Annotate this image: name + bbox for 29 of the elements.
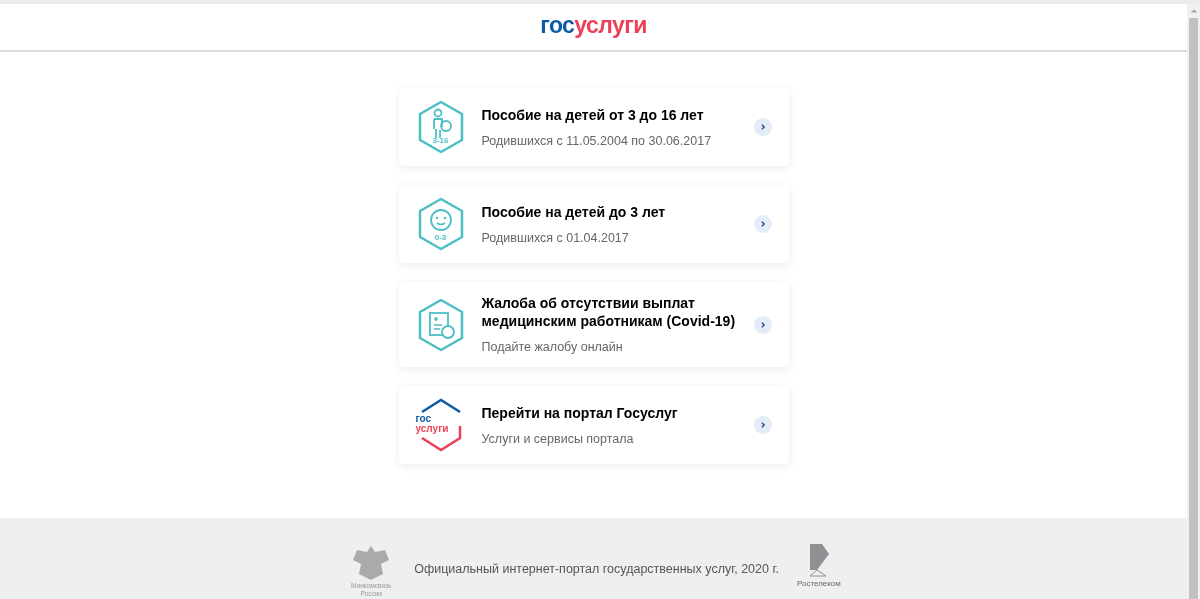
- logo-text[interactable]: услуги: [574, 7, 647, 43]
- scrollbar[interactable]: [1187, 4, 1200, 599]
- card-title: Пособие на детей до 3 лет: [481, 202, 667, 221]
- age-label: 3-16: [431, 137, 450, 145]
- card-subtitle: Родившихся с 11.05.2004 по 30.06.2017: [481, 132, 713, 149]
- scrollbar-thumb[interactable]: [1189, 18, 1198, 599]
- chevron-right-icon[interactable]: [753, 315, 772, 334]
- child-coin-icon: [431, 108, 452, 139]
- service-card[interactable]: Жалоба об отсутствии выплат медицинским работникам (Covid-19) Подайте жалобу онлайн: [398, 282, 789, 367]
- baby-face-icon: [429, 209, 452, 231]
- chevron-right-icon[interactable]: [753, 215, 772, 233]
- card-subtitle: Подайте жалобу онлайн: [481, 339, 624, 355]
- chevron-right-icon[interactable]: [753, 118, 772, 136]
- logo-text[interactable]: гос: [540, 7, 575, 43]
- operator-label: Ростелеком: [796, 578, 841, 590]
- service-card[interactable]: 3-16 Пособие на детей от 3 до 16 лет Родившихся с 11.05.2004 по 30.06.2017: [398, 88, 789, 166]
- chevron-right-icon[interactable]: [753, 416, 772, 434]
- age-label: 0-3: [433, 234, 448, 242]
- card-title: Пособие на детей от 3 до 16 лет: [481, 105, 705, 124]
- logo-text: гос: [415, 414, 433, 424]
- logo-text: услуги: [415, 424, 449, 434]
- document-coin-icon: [428, 311, 455, 339]
- card-subtitle: Услуги и сервисы портала: [481, 430, 635, 447]
- card-title: Перейти на портал Госуслуг: [481, 403, 679, 422]
- service-card[interactable]: гос услуги Перейти на портал Госуслуг Услуги и сервисы портала: [398, 386, 789, 464]
- card-title: Жалоба об отсутствии выплат медицинским работникам (Covid-19): [481, 294, 737, 330]
- service-card[interactable]: 0-3 Пособие на детей до 3 лет Родившихся с 01.04.2017: [398, 185, 789, 263]
- copyright-text: Официальный интернет-портал государственных услуг, 2020 г.: [414, 561, 779, 578]
- card-subtitle: Родившихся с 01.04.2017: [481, 229, 630, 246]
